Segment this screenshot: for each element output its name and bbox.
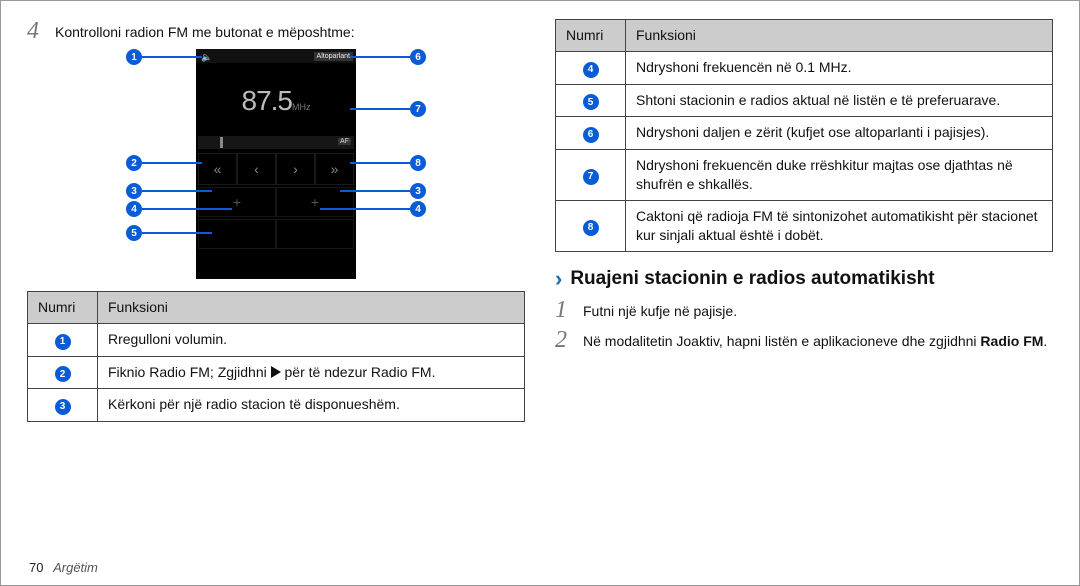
row-bullet: 2 — [55, 366, 71, 382]
freq-unit: MHz — [292, 102, 311, 112]
manual-page: 4 Kontrolloni radion FM me butonat e mëp… — [0, 0, 1080, 586]
fav-add-left: + — [198, 187, 276, 217]
step-1: 1 Futni një kufje në pajisje. — [555, 298, 1053, 322]
callout-4-left: 4 — [126, 201, 142, 217]
table-header-row: Numri Funksioni — [28, 292, 525, 324]
col-header-func: Funksioni — [626, 20, 1053, 52]
callout-6: 6 — [410, 49, 426, 65]
table-row: 2 Fiknio Radio FM; Zgjidhni për të ndezu… — [28, 356, 525, 389]
row-bullet: 5 — [583, 94, 599, 110]
callout-8: 8 — [410, 155, 426, 171]
step-number: 2 — [555, 328, 575, 352]
slider-knob — [220, 137, 223, 148]
right-column: Numri Funksioni 4 Ndryshoni frekuencën n… — [555, 19, 1053, 539]
col-header-func: Funksioni — [98, 292, 525, 324]
row-text: Fiknio Radio FM; Zgjidhni për të ndezur … — [98, 356, 525, 389]
step-prev-icon: ‹ — [237, 153, 276, 185]
callout-7: 7 — [410, 101, 426, 117]
row-text: Ndryshoni frekuencën në 0.1 MHz. — [626, 51, 1053, 84]
row-bullet: 4 — [583, 62, 599, 78]
freq-display: 87.5MHz — [196, 63, 356, 131]
play-icon — [271, 366, 281, 378]
chevron-right-icon: › — [555, 266, 562, 292]
step-2: 2 Në modalitetin Joaktiv, hapni listën e… — [555, 328, 1053, 352]
radio-illustration: 🔈 Altoparlant 87.5MHz AF « ‹ › — [126, 49, 426, 279]
pad-cell — [276, 219, 354, 249]
section-name: Argëtim — [53, 560, 98, 575]
table-row: 8 Caktoni që radioja FM të sintonizohet … — [556, 200, 1053, 251]
callout-3-right: 3 — [410, 183, 426, 199]
left-function-table: Numri Funksioni 1 Rregulloni volumin. 2 … — [27, 291, 525, 422]
step-next-icon: › — [276, 153, 315, 185]
row-bullet: 1 — [55, 334, 71, 350]
callout-2: 2 — [126, 155, 142, 171]
row-text: Shtoni stacionin e radios aktual në list… — [626, 84, 1053, 117]
step-text: Futni një kufje në pajisje. — [583, 298, 737, 321]
step-text: Kontrolloni radion FM me butonat e mëpos… — [55, 19, 355, 42]
af-badge: AF — [338, 138, 351, 145]
volume-icon: 🔈 — [201, 52, 212, 63]
row-bullet: 3 — [55, 399, 71, 415]
table-header-row: Numri Funksioni — [556, 20, 1053, 52]
row-text: Kërkoni për një radio stacion të disponu… — [98, 389, 525, 422]
page-footer: 70 Argëtim — [29, 560, 98, 575]
left-column: 4 Kontrolloni radion FM me butonat e mëp… — [27, 19, 525, 539]
pad-cell — [198, 219, 276, 249]
callout-1: 1 — [126, 49, 142, 65]
step-number: 4 — [27, 19, 47, 43]
table-row: 3 Kërkoni për një radio stacion të dispo… — [28, 389, 525, 422]
callout-4-right: 4 — [410, 201, 426, 217]
radio-topbar: Altoparlant — [196, 49, 356, 63]
row-text: Caktoni që radioja FM të sintonizohet au… — [626, 200, 1053, 251]
callout-5: 5 — [126, 225, 142, 241]
section-title: Ruajeni stacionin e radios automatikisht — [570, 268, 934, 290]
row-bullet: 8 — [583, 220, 599, 236]
output-tag: Altoparlant — [314, 52, 353, 61]
section-heading: › Ruajeni stacionin e radios automatikis… — [555, 266, 1053, 292]
freq-value: 87.5 — [242, 85, 293, 116]
right-function-table: Numri Funksioni 4 Ndryshoni frekuencën n… — [555, 19, 1053, 252]
freq-slider: AF — [198, 135, 354, 149]
row-text: Ndryshoni frekuencën duke rrëshkitur maj… — [626, 150, 1053, 201]
table-row: 7 Ndryshoni frekuencën duke rrëshkitur m… — [556, 150, 1053, 201]
callout-3-left: 3 — [126, 183, 142, 199]
table-row: 6 Ndryshoni daljen e zërit (kufjet ose a… — [556, 117, 1053, 150]
step-4: 4 Kontrolloni radion FM me butonat e mëp… — [27, 19, 525, 43]
table-row: 5 Shtoni stacionin e radios aktual në li… — [556, 84, 1053, 117]
step-text: Në modalitetin Joaktiv, hapni listën e a… — [583, 328, 1047, 351]
fav-add-right: + — [276, 187, 354, 217]
col-header-num: Numri — [28, 292, 98, 324]
col-header-num: Numri — [556, 20, 626, 52]
control-row: « ‹ › » — [198, 153, 354, 185]
row-bullet: 6 — [583, 127, 599, 143]
row-bullet: 7 — [583, 169, 599, 185]
table-row: 4 Ndryshoni frekuencën në 0.1 MHz. — [556, 51, 1053, 84]
row-text: Ndryshoni daljen e zërit (kufjet ose alt… — [626, 117, 1053, 150]
radio-mock: 🔈 Altoparlant 87.5MHz AF « ‹ › — [196, 49, 356, 279]
row-text: Rregulloni volumin. — [98, 323, 525, 356]
seek-next-icon: » — [315, 153, 354, 185]
plus-row: + + — [198, 187, 354, 217]
seek-prev-icon: « — [198, 153, 237, 185]
plus-row-2 — [198, 219, 354, 249]
step-number: 1 — [555, 298, 575, 322]
table-row: 1 Rregulloni volumin. — [28, 323, 525, 356]
page-number: 70 — [29, 560, 43, 575]
